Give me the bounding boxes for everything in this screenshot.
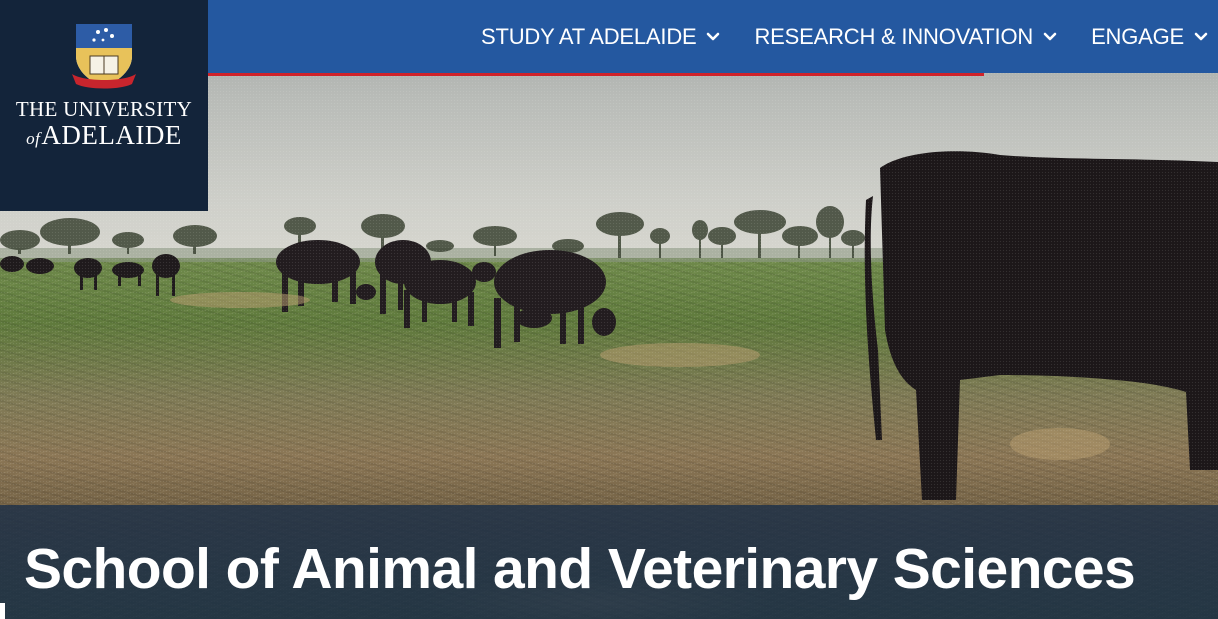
nav-item-engage[interactable]: ENGAGE [1091, 24, 1208, 50]
chevron-down-icon [1194, 32, 1208, 40]
page: THE UNIVERSITY ofADELAIDE STUDY AT ADELA… [0, 0, 1218, 619]
chevron-down-icon [1043, 32, 1057, 40]
top-navigation: STUDY AT ADELAIDE RESEARCH & INNOVATION … [208, 0, 1218, 73]
nav-item-label: RESEARCH & INNOVATION [754, 23, 1034, 49]
page-title: School of Animal and Veterinary Sciences [24, 537, 1136, 601]
nav-item-research-innovation[interactable]: RESEARCH & INNOVATION [754, 24, 1057, 50]
wordmark-adelaide: ADELAIDE [41, 120, 182, 150]
nav-item-label: ENGAGE [1091, 23, 1184, 49]
chevron-down-icon [707, 32, 720, 40]
nav-item-study-at-adelaide[interactable]: STUDY AT ADELAIDE [481, 24, 720, 50]
university-wordmark: THE UNIVERSITY ofADELAIDE [16, 98, 192, 154]
wordmark-line1: THE UNIVERSITY [15, 97, 193, 121]
nav-accent-bar [208, 73, 984, 76]
wordmark-line2: ofADELAIDE [16, 120, 192, 154]
university-logo[interactable]: THE UNIVERSITY ofADELAIDE [0, 0, 208, 211]
wordmark-of: of [26, 129, 41, 148]
nav-item-label: STUDY AT ADELAIDE [481, 23, 697, 49]
scroll-marker [0, 603, 5, 619]
crest-icon [72, 24, 136, 89]
nav-menu: STUDY AT ADELAIDE RESEARCH & INNOVATION … [481, 0, 1218, 73]
